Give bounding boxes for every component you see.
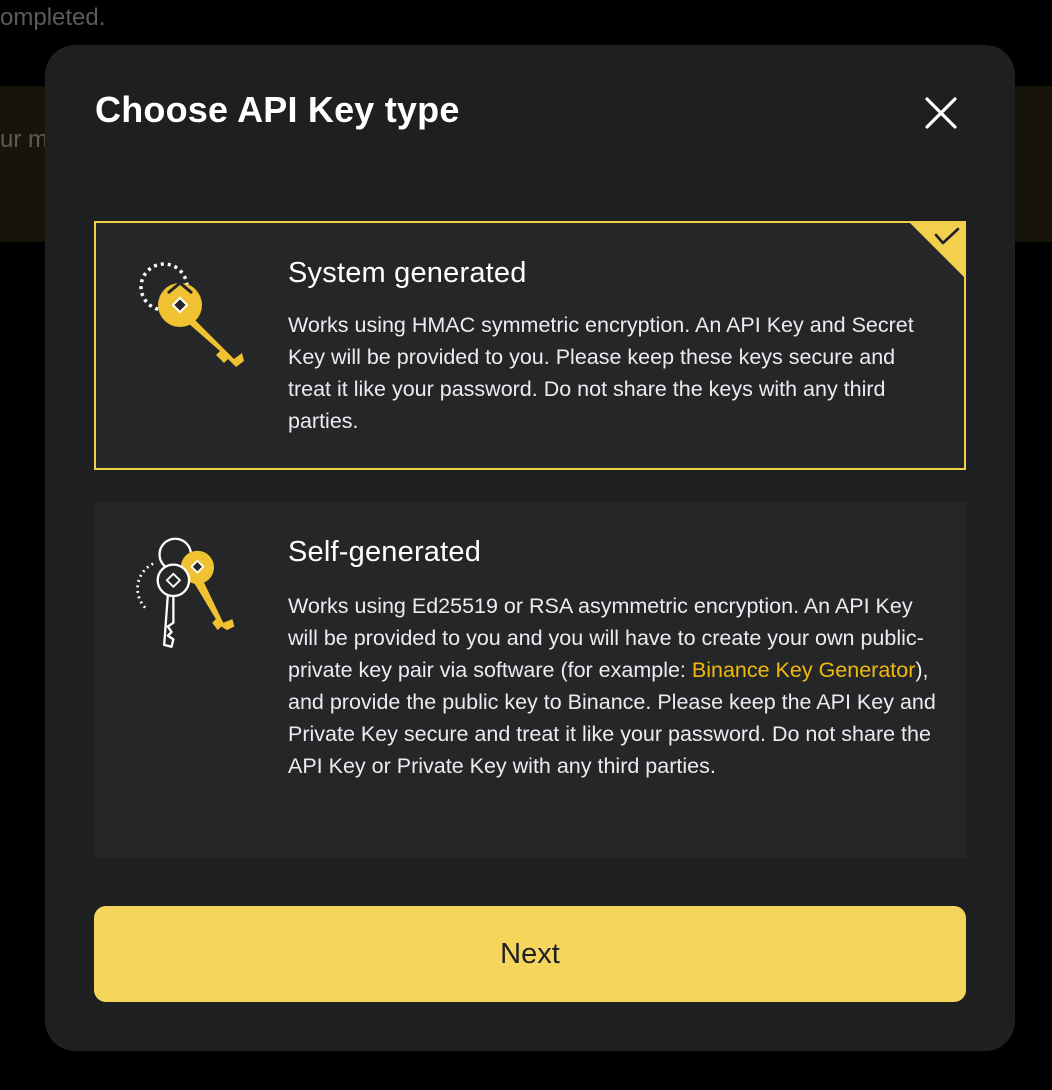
option-self-generated[interactable]: Self-generated Works using Ed25519 or RS… bbox=[94, 502, 966, 858]
option-system-generated[interactable]: System generated Works using HMAC symmet… bbox=[94, 221, 966, 470]
option-title: System generated bbox=[288, 257, 527, 289]
option-title: Self-generated bbox=[288, 536, 482, 568]
option-description: Works using Ed25519 or RSA asymmetric en… bbox=[288, 590, 938, 782]
api-key-type-modal: Choose API Key type System generated Wor… bbox=[45, 45, 1015, 1051]
single-key-icon bbox=[139, 262, 244, 367]
modal-title: Choose API Key type bbox=[95, 89, 460, 130]
binance-key-generator-link[interactable]: Binance Key Generator bbox=[692, 658, 916, 682]
option-description: Works using HMAC symmetric encryption. A… bbox=[288, 313, 914, 433]
next-button[interactable]: Next bbox=[94, 906, 966, 1002]
background-status-text: ompleted. bbox=[0, 4, 106, 31]
selected-check-icon bbox=[908, 221, 966, 279]
key-pair-icon bbox=[136, 537, 235, 648]
close-button[interactable] bbox=[917, 89, 965, 137]
close-icon bbox=[925, 97, 957, 129]
background-banner-text: ur m bbox=[0, 126, 48, 153]
